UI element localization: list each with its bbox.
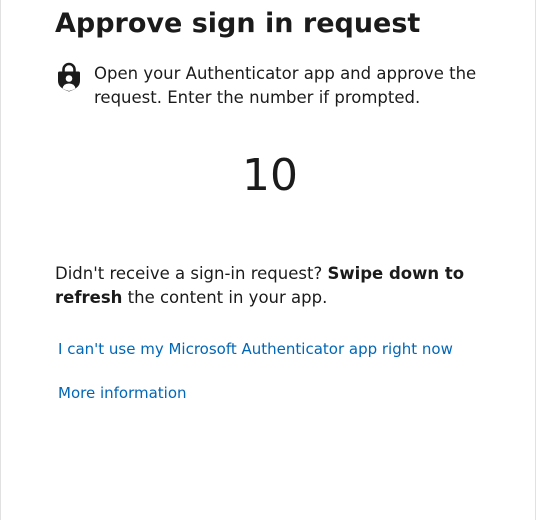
approval-number: 10 [242,150,298,201]
authenticator-lock-icon [58,62,80,92]
instruction-text: Open your Authenticator app and approve … [94,64,477,107]
help-text: Didn't receive a sign-in request? Swipe … [55,262,495,310]
help-text-suffix: the content in your app. [122,288,328,307]
more-information-link[interactable]: More information [58,384,187,402]
sign-in-card: Approve sign in request Open your Authen… [0,0,536,520]
page-title: Approve sign in request [55,8,421,39]
cant-use-authenticator-link[interactable]: I can't use my Microsoft Authenticator a… [58,340,453,358]
help-text-prefix: Didn't receive a sign-in request? [55,264,328,283]
